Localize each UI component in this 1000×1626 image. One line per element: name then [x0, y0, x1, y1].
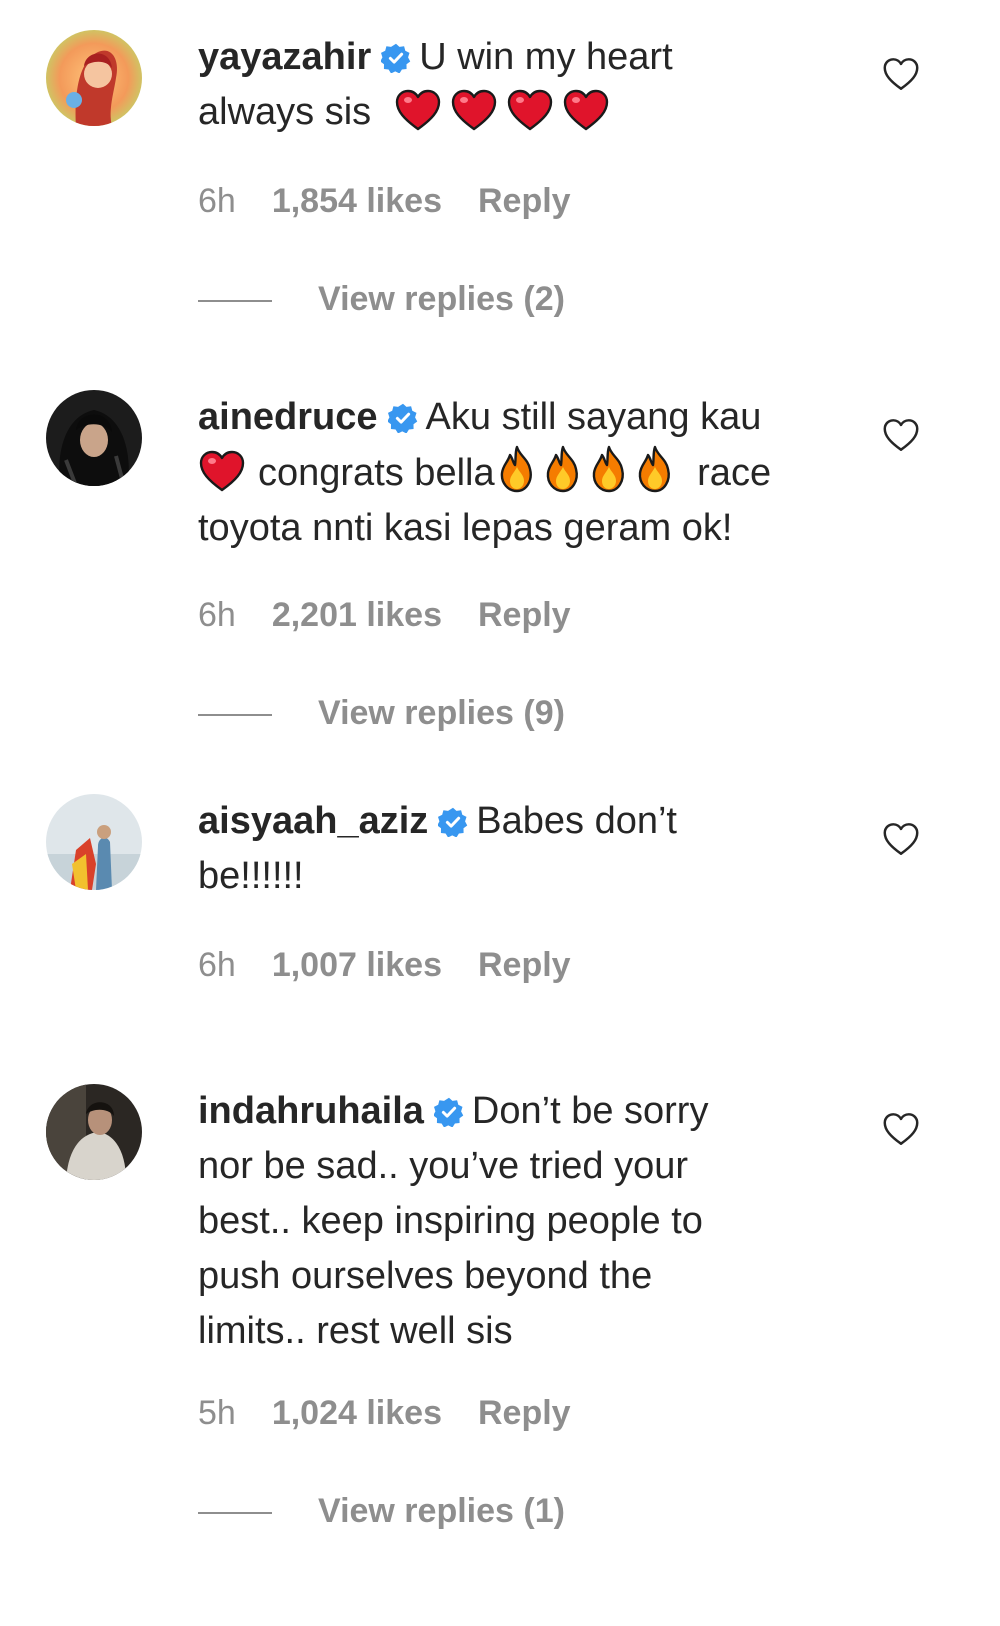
comment-text-line: Aku still sayang kau [425, 396, 762, 438]
verified-badge-icon [434, 1097, 464, 1127]
fire-emoji [589, 445, 629, 493]
reply-button[interactable]: Reply [478, 182, 571, 220]
verified-badge-icon [388, 403, 418, 433]
red-heart-emoji [506, 88, 554, 132]
avatar[interactable] [46, 794, 142, 890]
username[interactable]: ainedruce [198, 396, 378, 438]
red-heart-emoji [562, 88, 610, 132]
like-heart-icon[interactable] [882, 57, 920, 91]
reply-button[interactable]: Reply [478, 1394, 571, 1432]
reply-button[interactable]: Reply [478, 946, 571, 984]
reply-button[interactable]: Reply [478, 596, 571, 634]
replies-divider [198, 714, 272, 717]
view-replies-label: View replies (9) [318, 694, 565, 732]
comment-text-line: race [697, 452, 772, 494]
comment-text-line: toyota nnti kasi lepas geram ok! [198, 507, 733, 549]
comment-meta: 6h 2,201 likes Reply [198, 596, 607, 635]
view-replies-button[interactable]: View replies (9) [198, 694, 565, 733]
avatar[interactable] [46, 30, 142, 126]
timestamp: 6h [198, 946, 236, 984]
like-heart-icon[interactable] [882, 418, 920, 452]
username[interactable]: yayazahir [198, 36, 371, 78]
like-heart-icon[interactable] [882, 822, 920, 856]
comment-text: aisyaah_aziz Babes don’t be!!!!!! [198, 794, 838, 904]
timestamp: 6h [198, 596, 236, 634]
comment-text-line: Don’t be sorry [471, 1090, 709, 1132]
view-replies-button[interactable]: View replies (2) [198, 280, 565, 319]
likes-count[interactable]: 1,007 likes [272, 946, 442, 984]
likes-count[interactable]: 1,024 likes [272, 1394, 442, 1432]
username[interactable]: indahruhaila [198, 1090, 424, 1132]
red-heart-emoji [198, 449, 246, 493]
comment-meta: 6h 1,854 likes Reply [198, 182, 607, 221]
comment-text-line: limits.. rest well sis [198, 1310, 513, 1352]
avatar[interactable] [46, 1084, 142, 1180]
fire-emoji [497, 445, 537, 493]
red-heart-emoji [450, 88, 498, 132]
comment-text: ainedruce Aku still sayang kau congrats b… [198, 390, 858, 556]
timestamp: 6h [198, 182, 236, 220]
avatar[interactable] [46, 390, 142, 486]
view-replies-label: View replies (2) [318, 280, 565, 318]
likes-count[interactable]: 2,201 likes [272, 596, 442, 634]
fire-emoji [635, 445, 675, 493]
likes-count[interactable]: 1,854 likes [272, 182, 442, 220]
comment-text-line: congrats bella [258, 452, 495, 494]
comment-meta: 5h 1,024 likes Reply [198, 1394, 607, 1433]
verified-badge-icon [438, 807, 468, 837]
comment-text-line: Babes don’t [476, 800, 677, 842]
comment-text-line: be!!!!!! [198, 855, 304, 897]
username[interactable]: aisyaah_aziz [198, 800, 428, 842]
replies-divider [198, 300, 272, 303]
comment-text-line: U win my heart [419, 36, 673, 78]
comment-text-line: push ourselves beyond the [198, 1255, 653, 1297]
fire-emoji [543, 445, 583, 493]
comment-text: yayazahir U win my heart always sis [198, 30, 838, 140]
comment-meta: 6h 1,007 likes Reply [198, 946, 607, 985]
comment-text-line: nor be sad.. you’ve tried your [198, 1145, 689, 1187]
comment-text-line: always sis [198, 91, 372, 133]
verified-badge-icon [381, 43, 411, 73]
view-replies-button[interactable]: View replies (1) [198, 1492, 565, 1531]
timestamp: 5h [198, 1394, 236, 1432]
replies-divider [198, 1512, 272, 1515]
comment-text: indahruhaila Don’t be sorry nor be sad.. … [198, 1084, 838, 1359]
comment-text-line: best.. keep inspiring people to [198, 1200, 703, 1242]
red-heart-emoji [394, 88, 442, 132]
view-replies-label: View replies (1) [318, 1492, 565, 1530]
like-heart-icon[interactable] [882, 1112, 920, 1146]
